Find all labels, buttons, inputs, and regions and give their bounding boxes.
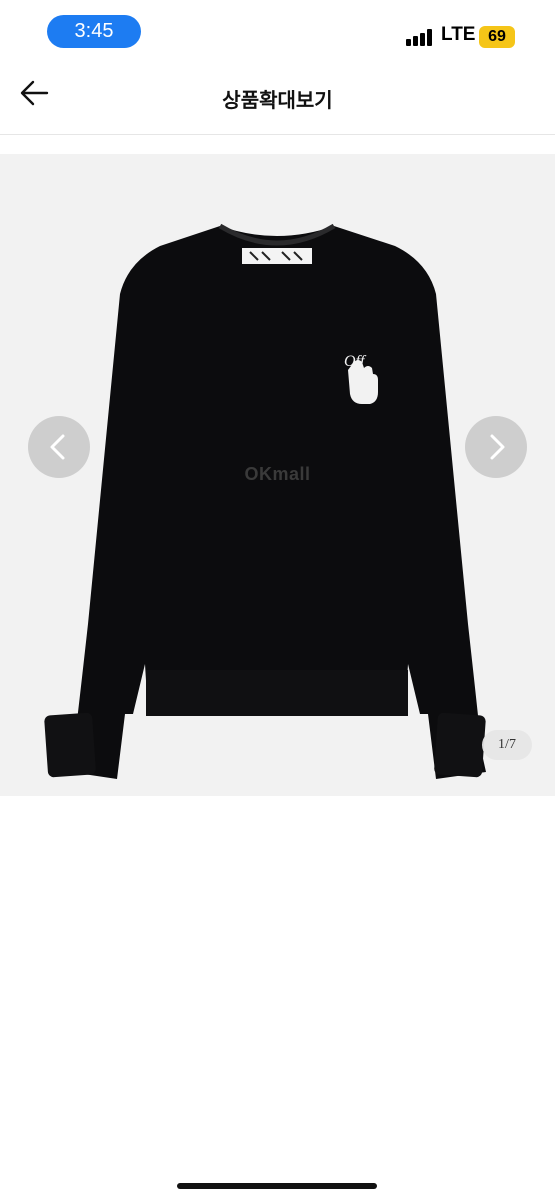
battery-level: 69 <box>479 26 515 48</box>
page-title: 상품확대보기 <box>222 90 333 112</box>
product-image-viewer[interactable]: Off OKmall 1/7 <box>0 154 555 796</box>
chevron-left-icon <box>50 434 65 460</box>
pager-current: 1 <box>498 737 506 752</box>
status-bar: 3:45 LTE 69 <box>0 0 555 62</box>
image-pager: 1/7 <box>482 730 532 760</box>
home-indicator[interactable] <box>177 1183 377 1189</box>
pager-total: 7 <box>508 737 516 752</box>
chevron-right-icon <box>490 434 505 460</box>
cellular-signal-icon <box>406 28 436 46</box>
next-image-button[interactable] <box>465 416 527 478</box>
previous-image-button[interactable] <box>28 416 90 478</box>
network-type: LTE <box>441 24 476 45</box>
top-app-bar: 상품확대보기 <box>0 62 555 135</box>
status-time[interactable]: 3:45 <box>47 15 141 48</box>
